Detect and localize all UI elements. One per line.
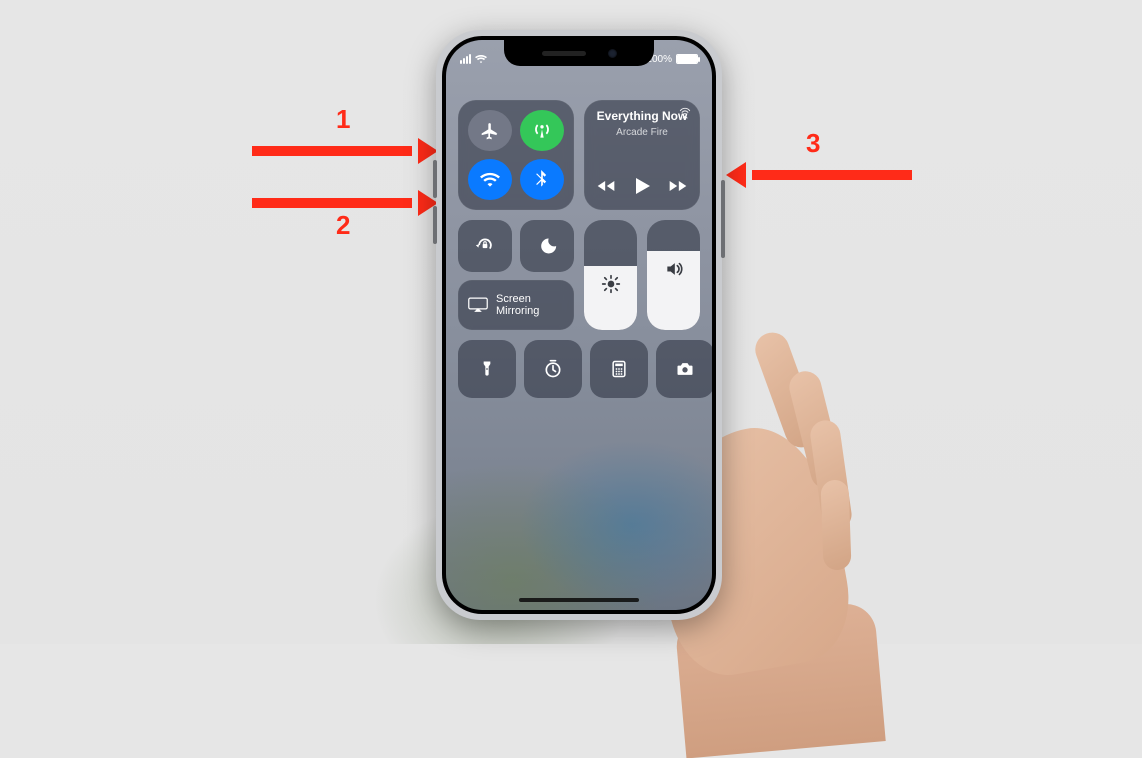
- cellular-antenna-icon: [532, 121, 552, 141]
- callout-3-label: 3: [806, 128, 820, 159]
- calculator-icon: [609, 359, 629, 379]
- front-camera: [608, 49, 617, 58]
- home-indicator[interactable]: [519, 598, 639, 602]
- callout-2-label: 2: [336, 210, 350, 241]
- orientation-lock-toggle[interactable]: [458, 220, 512, 272]
- display-notch: [504, 40, 654, 66]
- camera-button[interactable]: [656, 340, 712, 398]
- play-icon[interactable]: [630, 174, 654, 198]
- cellular-data-toggle[interactable]: [520, 110, 564, 151]
- brightness-slider[interactable]: [584, 220, 637, 330]
- airplane-mode-toggle[interactable]: [468, 110, 512, 151]
- wifi-icon: [480, 170, 500, 190]
- timer-icon: [543, 359, 563, 379]
- airplane-icon: [480, 121, 500, 141]
- earpiece-speaker: [542, 51, 586, 56]
- screen-mirroring-label: Screen Mirroring: [496, 293, 539, 317]
- flashlight-icon: [477, 359, 497, 379]
- volume-slider[interactable]: [647, 220, 700, 330]
- airplay-audio-icon: [678, 106, 692, 120]
- volume-up-button[interactable]: [433, 160, 437, 198]
- bluetooth-icon: [532, 170, 552, 190]
- flashlight-button[interactable]: [458, 340, 516, 398]
- now-playing-tile[interactable]: Everything Now Arcade Fire: [584, 100, 700, 210]
- callout-3: 3: [726, 162, 912, 188]
- battery-icon: [676, 54, 698, 64]
- wifi-status-icon: [475, 55, 487, 64]
- do-not-disturb-toggle[interactable]: [520, 220, 574, 272]
- callout-1: 1: [252, 138, 438, 164]
- camera-icon: [675, 359, 695, 379]
- callout-2: 2: [252, 190, 438, 216]
- screen-mirroring-icon: [468, 295, 488, 315]
- screen: 100%: [446, 40, 712, 610]
- volume-icon: [664, 259, 684, 279]
- timer-button[interactable]: [524, 340, 582, 398]
- side-button[interactable]: [721, 180, 725, 258]
- screen-mirroring-button[interactable]: Screen Mirroring: [458, 280, 574, 330]
- orientation-lock-icon: [475, 236, 495, 256]
- now-playing-title: Everything Now: [592, 110, 692, 123]
- bluetooth-toggle[interactable]: [520, 159, 564, 200]
- wifi-toggle[interactable]: [468, 159, 512, 200]
- now-playing-artist: Arcade Fire: [592, 127, 692, 138]
- control-center: Everything Now Arcade Fire: [458, 100, 700, 450]
- rewind-icon[interactable]: [596, 176, 616, 196]
- brightness-icon: [601, 274, 621, 294]
- calculator-button[interactable]: [590, 340, 648, 398]
- callout-1-label: 1: [336, 104, 350, 135]
- volume-down-button[interactable]: [433, 206, 437, 244]
- connectivity-group[interactable]: [458, 100, 574, 210]
- cellular-signal-icon: [460, 54, 471, 64]
- fast-forward-icon[interactable]: [668, 176, 688, 196]
- iphone-device: 100%: [436, 30, 722, 620]
- moon-icon: [537, 236, 557, 256]
